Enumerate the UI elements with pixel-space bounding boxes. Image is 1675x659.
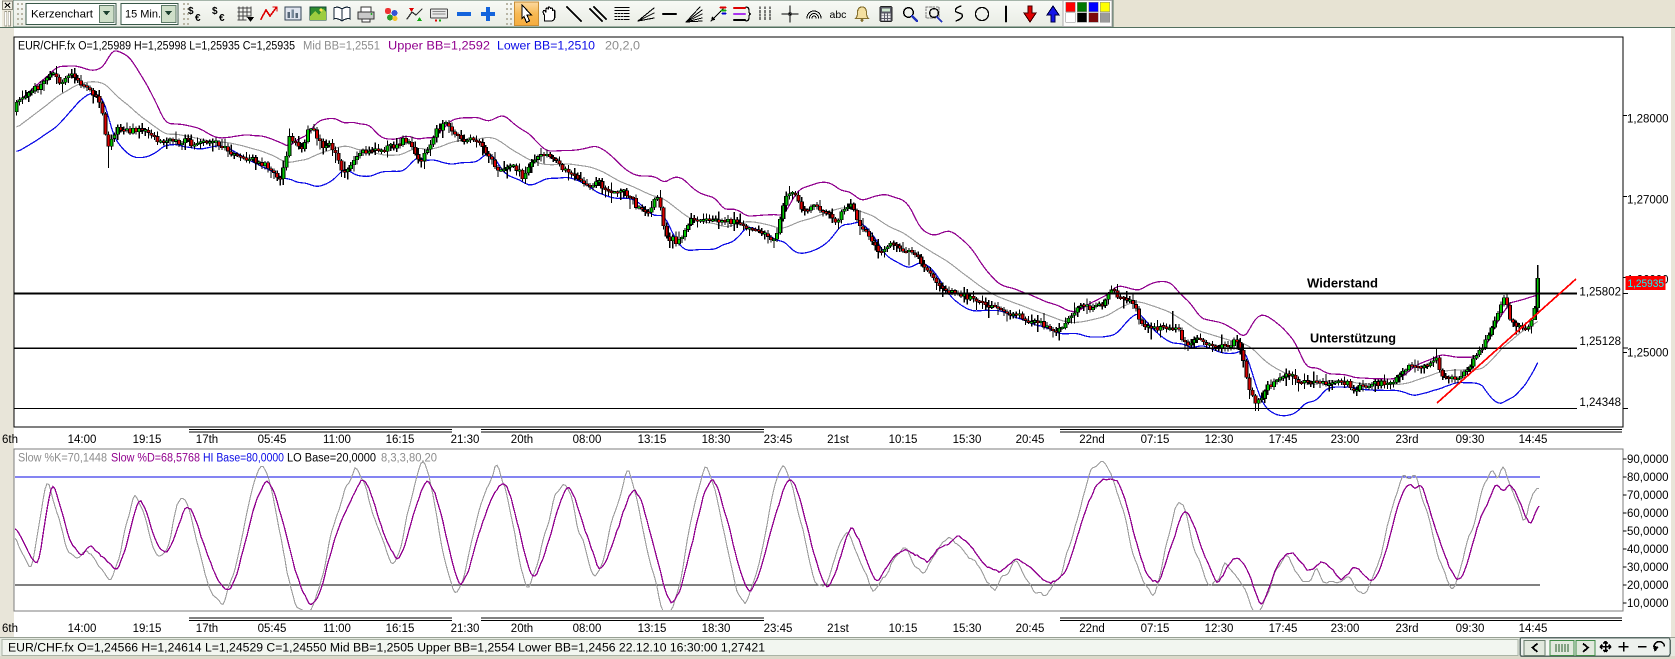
svg-text:HI Base=80,0000: HI Base=80,0000 [203,453,284,465]
svg-text:30,0000: 30,0000 [1627,562,1669,574]
svg-text:20:45: 20:45 [1016,623,1045,635]
svg-text:13:15: 13:15 [638,623,667,635]
svg-text:Upper BB=1,2592: Upper BB=1,2592 [388,41,490,53]
svg-text:05:45: 05:45 [258,434,287,446]
svg-text:23rd: 23rd [1395,434,1418,446]
svg-text:40,0000: 40,0000 [1627,544,1669,556]
svg-text:11:00: 11:00 [323,623,351,635]
svg-text:07:15: 07:15 [1141,623,1170,635]
svg-text:14:00: 14:00 [68,623,97,635]
svg-text:EUR/CHF.fx O=1,24566 H=1,24614: EUR/CHF.fx O=1,24566 H=1,24614 L=1,24529… [8,643,765,655]
svg-text:12:30: 12:30 [1205,623,1234,635]
svg-text:10:15: 10:15 [889,434,918,446]
svg-text:08:00: 08:00 [573,623,602,635]
svg-text:08:00: 08:00 [573,434,602,446]
svg-text:abc: abc [830,9,847,21]
svg-text:07:15: 07:15 [1141,434,1170,446]
svg-text:€: € [219,13,225,24]
svg-text:80,0000: 80,0000 [1627,472,1669,484]
svg-text:1,28000: 1,28000 [1627,114,1669,126]
svg-text:11:00: 11:00 [323,434,351,446]
svg-text:19:15: 19:15 [133,623,162,635]
svg-text:Widerstand: Widerstand [1307,277,1378,291]
svg-text:23rd: 23rd [1395,623,1418,635]
svg-text:60,0000: 60,0000 [1627,508,1669,520]
svg-text:13:15: 13:15 [638,434,667,446]
svg-text:17th: 17th [196,434,218,446]
svg-text:Unterstützung: Unterstützung [1310,332,1396,346]
svg-text:22nd: 22nd [1079,434,1105,446]
svg-text:1,25128: 1,25128 [1579,336,1621,348]
svg-text:90,0000: 90,0000 [1627,454,1669,466]
svg-text:15 Min.: 15 Min. [125,9,161,21]
svg-text:21:30: 21:30 [451,623,480,635]
svg-text:10:15: 10:15 [889,623,918,635]
svg-text:6th: 6th [2,623,18,635]
svg-text:1,27000: 1,27000 [1627,195,1669,207]
svg-text:23:45: 23:45 [764,623,793,635]
svg-text:Lower BB=1,2510: Lower BB=1,2510 [497,41,595,53]
svg-text:23:00: 23:00 [1331,623,1360,635]
svg-text:21st: 21st [827,623,850,635]
svg-text:14:00: 14:00 [68,434,97,446]
svg-text:20th: 20th [511,434,533,446]
svg-text:05:45: 05:45 [258,623,287,635]
svg-text:23:00: 23:00 [1331,434,1360,446]
svg-text:19:15: 19:15 [133,434,162,446]
svg-text:Kerzenchart: Kerzenchart [31,9,93,21]
svg-text:20:45: 20:45 [1016,434,1045,446]
svg-text:1,25000: 1,25000 [1627,348,1669,360]
svg-text:09:30: 09:30 [1456,434,1485,446]
svg-text:15:30: 15:30 [953,434,982,446]
svg-text:21:30: 21:30 [451,434,480,446]
svg-text:18:30: 18:30 [702,434,731,446]
svg-text:10,0000: 10,0000 [1627,598,1669,610]
svg-text:09:30: 09:30 [1456,623,1485,635]
svg-text:1,25802: 1,25802 [1579,287,1621,299]
svg-text:16:15: 16:15 [386,623,415,635]
svg-text:6th: 6th [2,434,18,446]
svg-text:14:45: 14:45 [1519,434,1548,446]
svg-text:1,25935: 1,25935 [1628,278,1665,290]
svg-text:18:30: 18:30 [702,623,731,635]
svg-text:17:45: 17:45 [1269,623,1298,635]
svg-text:Mid BB=1,2551: Mid BB=1,2551 [303,41,380,53]
svg-text:70,0000: 70,0000 [1627,490,1669,502]
svg-text:€: € [195,13,201,24]
svg-text:50,0000: 50,0000 [1627,526,1669,538]
svg-text:Slow %K=70,1448: Slow %K=70,1448 [18,453,107,465]
svg-text:17:45: 17:45 [1269,434,1298,446]
svg-text:12:30: 12:30 [1205,434,1234,446]
svg-text:16:15: 16:15 [386,434,415,446]
svg-text:20,0000: 20,0000 [1627,580,1669,592]
svg-text:15:30: 15:30 [953,623,982,635]
svg-text:LO Base=20,0000: LO Base=20,0000 [287,453,376,465]
svg-text:14:45: 14:45 [1519,623,1548,635]
svg-text:22nd: 22nd [1079,623,1105,635]
svg-text:Slow %D=68,5768: Slow %D=68,5768 [111,453,200,465]
svg-text:EUR/CHF.fx O=1,25989 H=1,25998: EUR/CHF.fx O=1,25989 H=1,25998 L=1,25935… [18,41,295,53]
svg-text:21st: 21st [827,434,850,446]
svg-text:$: $ [188,6,194,17]
svg-text:$: $ [212,6,218,17]
svg-text:1,24348: 1,24348 [1579,397,1621,409]
svg-text:17th: 17th [196,623,218,635]
svg-text:8,3,3,80,20: 8,3,3,80,20 [381,453,437,465]
svg-text:20,2,0: 20,2,0 [605,41,640,53]
svg-text:20th: 20th [511,623,533,635]
svg-text:23:45: 23:45 [764,434,793,446]
